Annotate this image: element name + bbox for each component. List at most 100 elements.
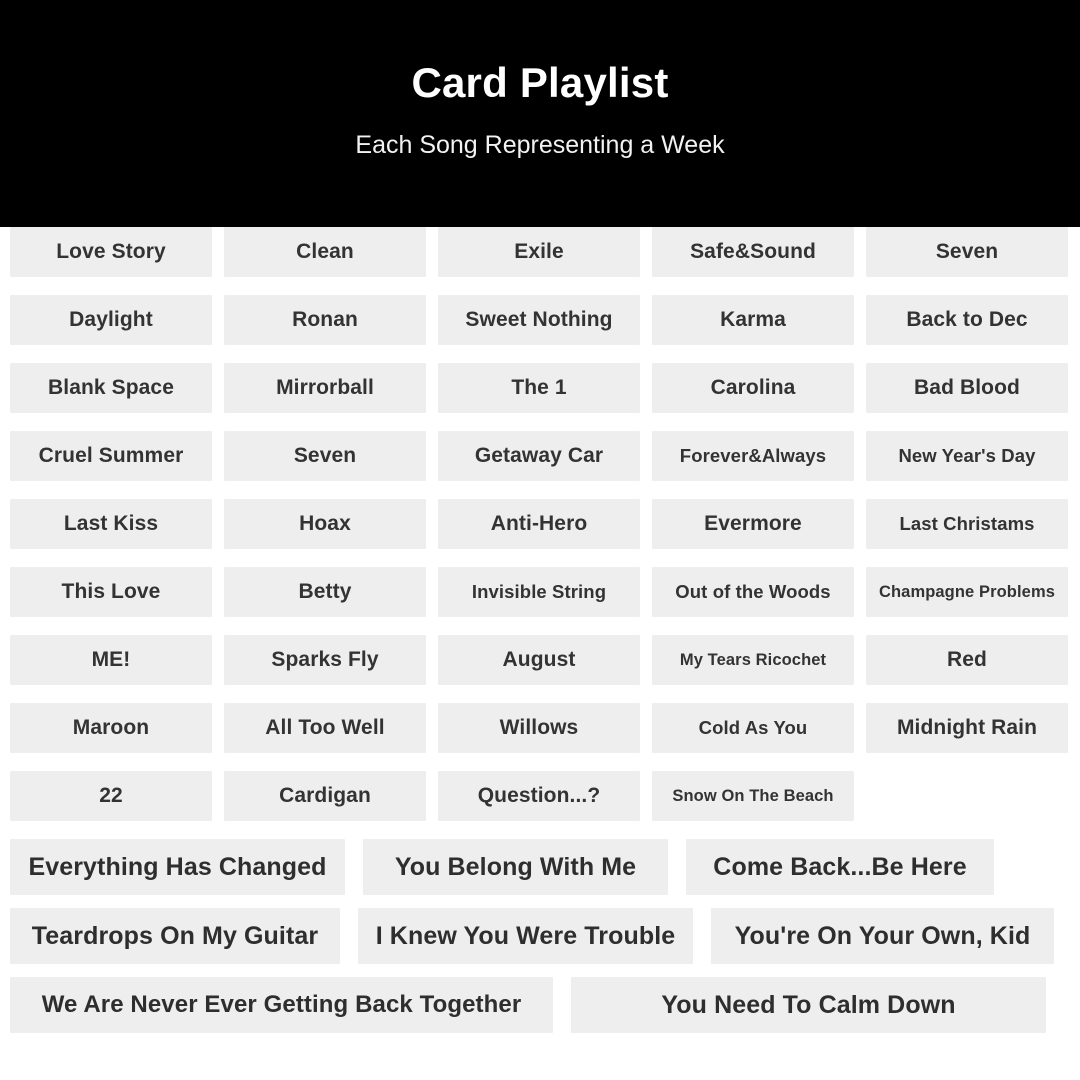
song-card[interactable]: August [438, 635, 640, 685]
song-card[interactable]: Ronan [224, 295, 426, 345]
song-card[interactable]: New Year's Day [866, 431, 1068, 481]
card-gap [854, 431, 866, 481]
card-row: Cruel Summer Seven Getaway Car Forever&Alwa… [0, 431, 1080, 481]
song-card-label: Seven [935, 240, 999, 263]
song-card[interactable]: Betty [224, 567, 426, 617]
song-card[interactable]: Bad Blood [866, 363, 1068, 413]
song-card[interactable]: Daylight [10, 295, 212, 345]
song-card-label: Safe&Sound [690, 240, 816, 263]
song-card-label: Cold As You [698, 717, 808, 738]
song-card-label: Clean [296, 240, 354, 263]
card-gap [640, 431, 652, 481]
song-card-label: Ronan [292, 308, 358, 331]
song-card[interactable]: Red [866, 635, 1068, 685]
song-card-label: You Need To Calm Down [661, 990, 956, 1019]
song-card-label: Anti-Hero [490, 512, 588, 535]
song-card[interactable]: 22 [10, 771, 212, 821]
card-gap [426, 703, 438, 753]
song-card[interactable]: Blank Space [10, 363, 212, 413]
song-card[interactable]: Seven [224, 431, 426, 481]
song-card[interactable]: Out of the Woods [652, 567, 854, 617]
card-gap [854, 635, 866, 685]
song-card[interactable]: Question...? [438, 771, 640, 821]
song-card-label: We Are Never Ever Getting Back Together [41, 991, 522, 1018]
card-gap [640, 295, 652, 345]
song-card[interactable]: Sparks Fly [224, 635, 426, 685]
page-subtitle: Each Song Representing a Week [355, 131, 725, 159]
song-card[interactable]: Cruel Summer [10, 431, 212, 481]
song-card[interactable]: You're On Your Own, Kid [711, 908, 1054, 964]
song-card-label: Back to Dec [906, 308, 1028, 331]
card-gap [854, 771, 866, 821]
card-row: 22 Cardigan Question...? Snow On The Beach [0, 771, 1080, 821]
song-card[interactable]: Snow On The Beach [652, 771, 854, 821]
song-card-label: Betty [298, 580, 352, 603]
card-gap [854, 227, 866, 277]
song-card[interactable]: Evermore [652, 499, 854, 549]
song-card[interactable]: Karma [652, 295, 854, 345]
card-row: Maroon All Too Well Willows Cold As You Midn… [0, 703, 1080, 753]
card-row: This Love Betty Invisible String Out of the… [0, 567, 1080, 617]
song-card[interactable]: This Love [10, 567, 212, 617]
card-gap [340, 908, 358, 964]
card-row: Daylight Ronan Sweet Nothing Karma Back to D… [0, 295, 1080, 345]
song-card-label: Sweet Nothing [465, 308, 613, 331]
song-card[interactable]: Mirrorball [224, 363, 426, 413]
song-card-label: You Belong With Me [394, 852, 637, 881]
song-card[interactable]: Carolina [652, 363, 854, 413]
song-card-label: 22 [99, 784, 123, 807]
song-card[interactable]: Forever&Always [652, 431, 854, 481]
song-card-label: Maroon [72, 716, 150, 739]
song-card[interactable]: Anti-Hero [438, 499, 640, 549]
song-card[interactable]: Back to Dec [866, 295, 1068, 345]
song-card[interactable]: You Belong With Me [363, 839, 668, 895]
song-card[interactable]: Champagne Problems [866, 567, 1068, 617]
song-card[interactable]: My Tears Ricochet [652, 635, 854, 685]
song-card-label: Come Back...Be Here [713, 852, 967, 881]
song-card[interactable]: Teardrops On My Guitar [10, 908, 340, 964]
song-card[interactable]: Cold As You [652, 703, 854, 753]
song-card[interactable]: All Too Well [224, 703, 426, 753]
song-card[interactable]: Hoax [224, 499, 426, 549]
card-row: ME! Sparks Fly August My Tears Ricochet Red [0, 635, 1080, 685]
song-card[interactable]: Maroon [10, 703, 212, 753]
song-card[interactable]: Safe&Sound [652, 227, 854, 277]
song-card-label: Evermore [704, 512, 802, 535]
song-card-label: Invisible String [471, 581, 607, 602]
song-card[interactable]: Cardigan [224, 771, 426, 821]
song-card[interactable]: I Knew You Were Trouble [358, 908, 693, 964]
card-gap [854, 703, 866, 753]
song-card[interactable]: Willows [438, 703, 640, 753]
song-card-label: I Knew You Were Trouble [375, 921, 676, 950]
song-card[interactable]: Getaway Car [438, 431, 640, 481]
card-placeholder [866, 771, 1068, 821]
song-card[interactable]: Invisible String [438, 567, 640, 617]
song-card-label: All Too Well [265, 716, 385, 739]
song-card-label: Red [947, 648, 987, 671]
song-card[interactable]: Everything Has Changed [10, 839, 345, 895]
song-card-label: Carolina [710, 376, 796, 399]
song-card-label: The 1 [511, 376, 567, 399]
song-card-label: Question...? [477, 784, 601, 807]
song-card[interactable]: Last Kiss [10, 499, 212, 549]
song-card-label: My Tears Ricochet [679, 650, 827, 669]
song-card[interactable]: Last Christams [866, 499, 1068, 549]
card-gap [426, 771, 438, 821]
song-card[interactable]: You Need To Calm Down [571, 977, 1046, 1033]
song-card[interactable]: We Are Never Ever Getting Back Together [10, 977, 553, 1033]
song-card[interactable]: ME! [10, 635, 212, 685]
song-card-label: Bad Blood [914, 376, 1020, 399]
card-row: Last Kiss Hoax Anti-Hero Evermore Last Chris… [0, 499, 1080, 549]
song-card-label: Forever&Always [679, 445, 827, 466]
song-card[interactable]: Come Back...Be Here [686, 839, 994, 895]
card-gap [668, 839, 686, 895]
song-card[interactable]: Love Story [10, 227, 212, 277]
song-card[interactable]: Midnight Rain [866, 703, 1068, 753]
song-card[interactable]: Seven [866, 227, 1068, 277]
song-card[interactable]: Clean [224, 227, 426, 277]
card-row: Love Story Clean Exile Safe&Sound Seven [0, 227, 1080, 277]
song-card[interactable]: Sweet Nothing [438, 295, 640, 345]
song-card[interactable]: The 1 [438, 363, 640, 413]
song-card-label: You're On Your Own, Kid [734, 921, 1031, 950]
song-card[interactable]: Exile [438, 227, 640, 277]
